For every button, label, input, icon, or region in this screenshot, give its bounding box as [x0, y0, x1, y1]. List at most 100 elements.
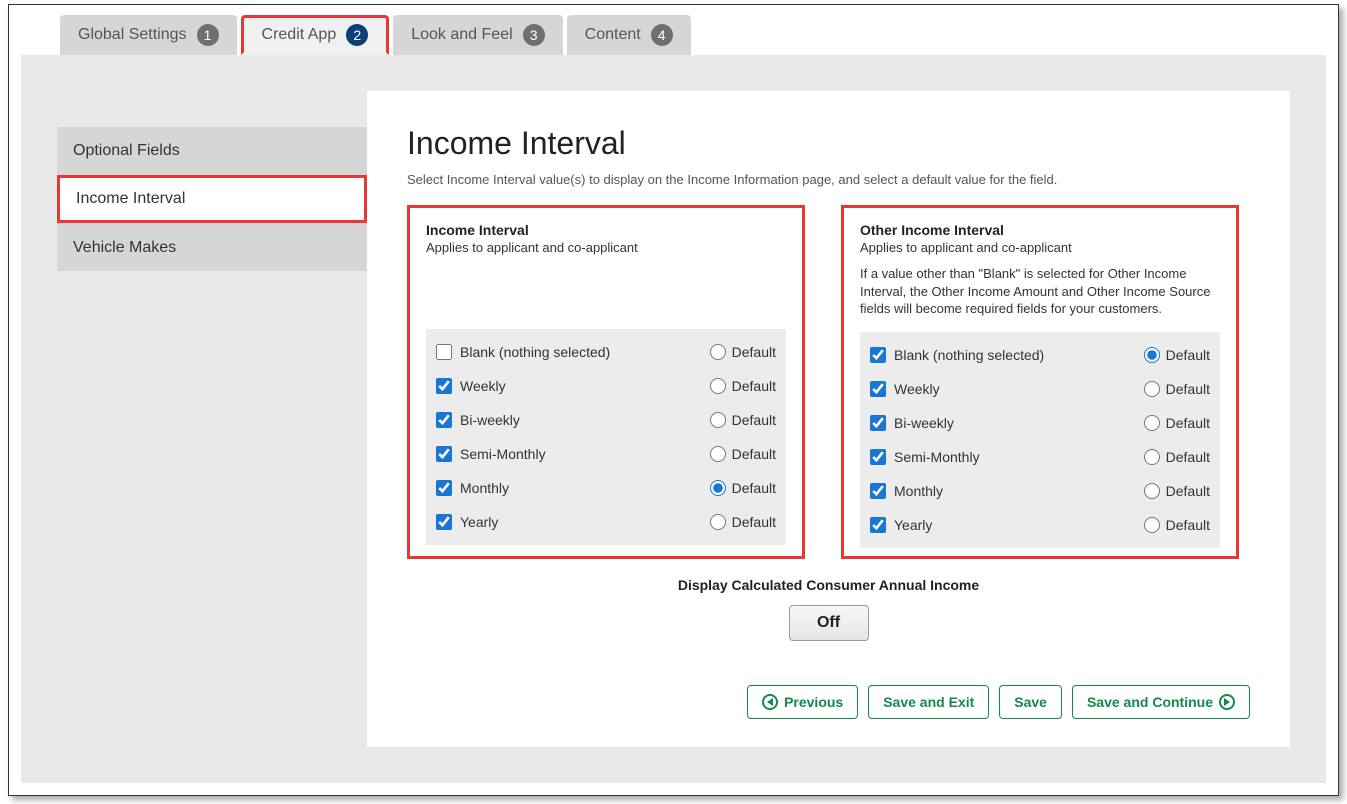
- option-checkbox-semimonthly[interactable]: [870, 449, 886, 465]
- panel-subtitle: Applies to applicant and co-applicant: [860, 240, 1220, 255]
- option-checkbox-weekly[interactable]: [436, 378, 452, 394]
- default-label: Default: [732, 480, 776, 496]
- option-label: Monthly: [894, 483, 943, 499]
- panel-subtitle: Applies to applicant and co-applicant: [426, 240, 786, 255]
- tab-badge: 4: [651, 24, 673, 46]
- save-button[interactable]: Save: [999, 685, 1062, 719]
- option-checkbox-monthly[interactable]: [870, 483, 886, 499]
- sidebar-item-vehicle-makes[interactable]: Vehicle Makes: [57, 223, 367, 271]
- default-label: Default: [732, 378, 776, 394]
- tab-badge: 2: [346, 24, 368, 46]
- option-default-radio-weekly[interactable]: [1144, 381, 1160, 397]
- option-label: Bi-weekly: [460, 412, 520, 428]
- sidebar-item-label: Vehicle Makes: [73, 239, 176, 257]
- option-row: Weekly Default: [436, 369, 776, 403]
- page-title: Income Interval: [407, 125, 1250, 162]
- default-label: Default: [1166, 517, 1210, 533]
- sidebar-item-optional-fields[interactable]: Optional Fields: [57, 127, 367, 175]
- tab-content[interactable]: Content 4: [567, 15, 691, 55]
- option-label: Semi-Monthly: [460, 446, 546, 462]
- panel-note: If a value other than "Blank" is selecte…: [860, 265, 1220, 318]
- panel-title: Other Income Interval: [860, 222, 1220, 238]
- option-checkbox-biweekly[interactable]: [436, 412, 452, 428]
- button-label: Save and Continue: [1087, 694, 1213, 710]
- option-default-radio-semimonthly[interactable]: [710, 446, 726, 462]
- toggle-area: Display Calculated Consumer Annual Incom…: [407, 577, 1250, 641]
- tab-label: Credit App: [262, 26, 337, 44]
- default-label: Default: [732, 514, 776, 530]
- sidebar-item-income-interval[interactable]: Income Interval: [57, 175, 367, 223]
- default-label: Default: [1166, 415, 1210, 431]
- sidebar-item-label: Income Interval: [76, 190, 185, 208]
- default-label: Default: [1166, 347, 1210, 363]
- default-label: Default: [732, 412, 776, 428]
- option-row: Monthly Default: [436, 471, 776, 505]
- option-checkbox-yearly[interactable]: [436, 514, 452, 530]
- option-checkbox-biweekly[interactable]: [870, 415, 886, 431]
- option-default-radio-yearly[interactable]: [710, 514, 726, 530]
- option-label: Semi-Monthly: [894, 449, 980, 465]
- option-default-radio-biweekly[interactable]: [710, 412, 726, 428]
- option-default-radio-yearly[interactable]: [1144, 517, 1160, 533]
- option-checkbox-blank[interactable]: [436, 344, 452, 360]
- option-default-radio-weekly[interactable]: [710, 378, 726, 394]
- sidebar: Optional Fields Income Interval Vehicle …: [57, 127, 367, 271]
- panel-other-income-interval: Other Income Interval Applies to applica…: [841, 205, 1239, 559]
- option-label: Yearly: [460, 514, 498, 530]
- tab-label: Content: [585, 26, 641, 44]
- option-label: Blank (nothing selected): [894, 347, 1044, 363]
- option-label: Monthly: [460, 480, 509, 496]
- option-checkbox-monthly[interactable]: [436, 480, 452, 496]
- option-label: Bi-weekly: [894, 415, 954, 431]
- option-checkbox-blank[interactable]: [870, 347, 886, 363]
- panel-options: Blank (nothing selected) Default Weekly …: [860, 332, 1220, 548]
- tab-look-feel[interactable]: Look and Feel 3: [393, 15, 562, 55]
- option-label: Blank (nothing selected): [460, 344, 610, 360]
- tab-label: Look and Feel: [411, 26, 512, 44]
- option-checkbox-yearly[interactable]: [870, 517, 886, 533]
- toggle-button[interactable]: Off: [789, 605, 869, 641]
- option-default-radio-semimonthly[interactable]: [1144, 449, 1160, 465]
- button-label: Save and Exit: [883, 694, 974, 710]
- main-panel: Income Interval Select Income Interval v…: [367, 91, 1290, 747]
- page-description: Select Income Interval value(s) to displ…: [407, 172, 1250, 187]
- button-label: Previous: [784, 694, 843, 710]
- panel-options: Blank (nothing selected) Default Weekly …: [426, 329, 786, 545]
- option-default-radio-blank[interactable]: [710, 344, 726, 360]
- option-checkbox-semimonthly[interactable]: [436, 446, 452, 462]
- option-default-radio-monthly[interactable]: [710, 480, 726, 496]
- option-row: Semi-Monthly Default: [436, 437, 776, 471]
- option-default-radio-blank[interactable]: [1144, 347, 1160, 363]
- tab-credit-app[interactable]: Credit App 2: [241, 15, 390, 55]
- arrow-left-icon: [762, 694, 778, 710]
- default-label: Default: [1166, 381, 1210, 397]
- option-label: Weekly: [894, 381, 940, 397]
- default-label: Default: [1166, 483, 1210, 499]
- option-checkbox-weekly[interactable]: [870, 381, 886, 397]
- footer-buttons: Previous Save and Exit Save Save and Con…: [747, 685, 1250, 719]
- option-row: Yearly Default: [436, 505, 776, 539]
- option-row: Blank (nothing selected) Default: [870, 338, 1210, 372]
- option-row: Bi-weekly Default: [870, 406, 1210, 440]
- option-default-radio-monthly[interactable]: [1144, 483, 1160, 499]
- default-label: Default: [732, 446, 776, 462]
- save-continue-button[interactable]: Save and Continue: [1072, 685, 1250, 719]
- default-label: Default: [1166, 449, 1210, 465]
- previous-button[interactable]: Previous: [747, 685, 858, 719]
- button-label: Save: [1014, 694, 1047, 710]
- tab-badge: 1: [197, 24, 219, 46]
- option-row: Semi-Monthly Default: [870, 440, 1210, 474]
- option-default-radio-biweekly[interactable]: [1144, 415, 1160, 431]
- option-label: Weekly: [460, 378, 506, 394]
- tabbar: Global Settings 1 Credit App 2 Look and …: [60, 15, 691, 55]
- save-exit-button[interactable]: Save and Exit: [868, 685, 989, 719]
- tab-global-settings[interactable]: Global Settings 1: [60, 15, 237, 55]
- option-row: Monthly Default: [870, 474, 1210, 508]
- tab-label: Global Settings: [78, 26, 187, 44]
- option-label: Yearly: [894, 517, 932, 533]
- tab-badge: 3: [523, 24, 545, 46]
- default-label: Default: [732, 344, 776, 360]
- panel-title: Income Interval: [426, 222, 786, 238]
- sidebar-item-label: Optional Fields: [73, 142, 180, 160]
- toggle-label: Display Calculated Consumer Annual Incom…: [407, 577, 1250, 593]
